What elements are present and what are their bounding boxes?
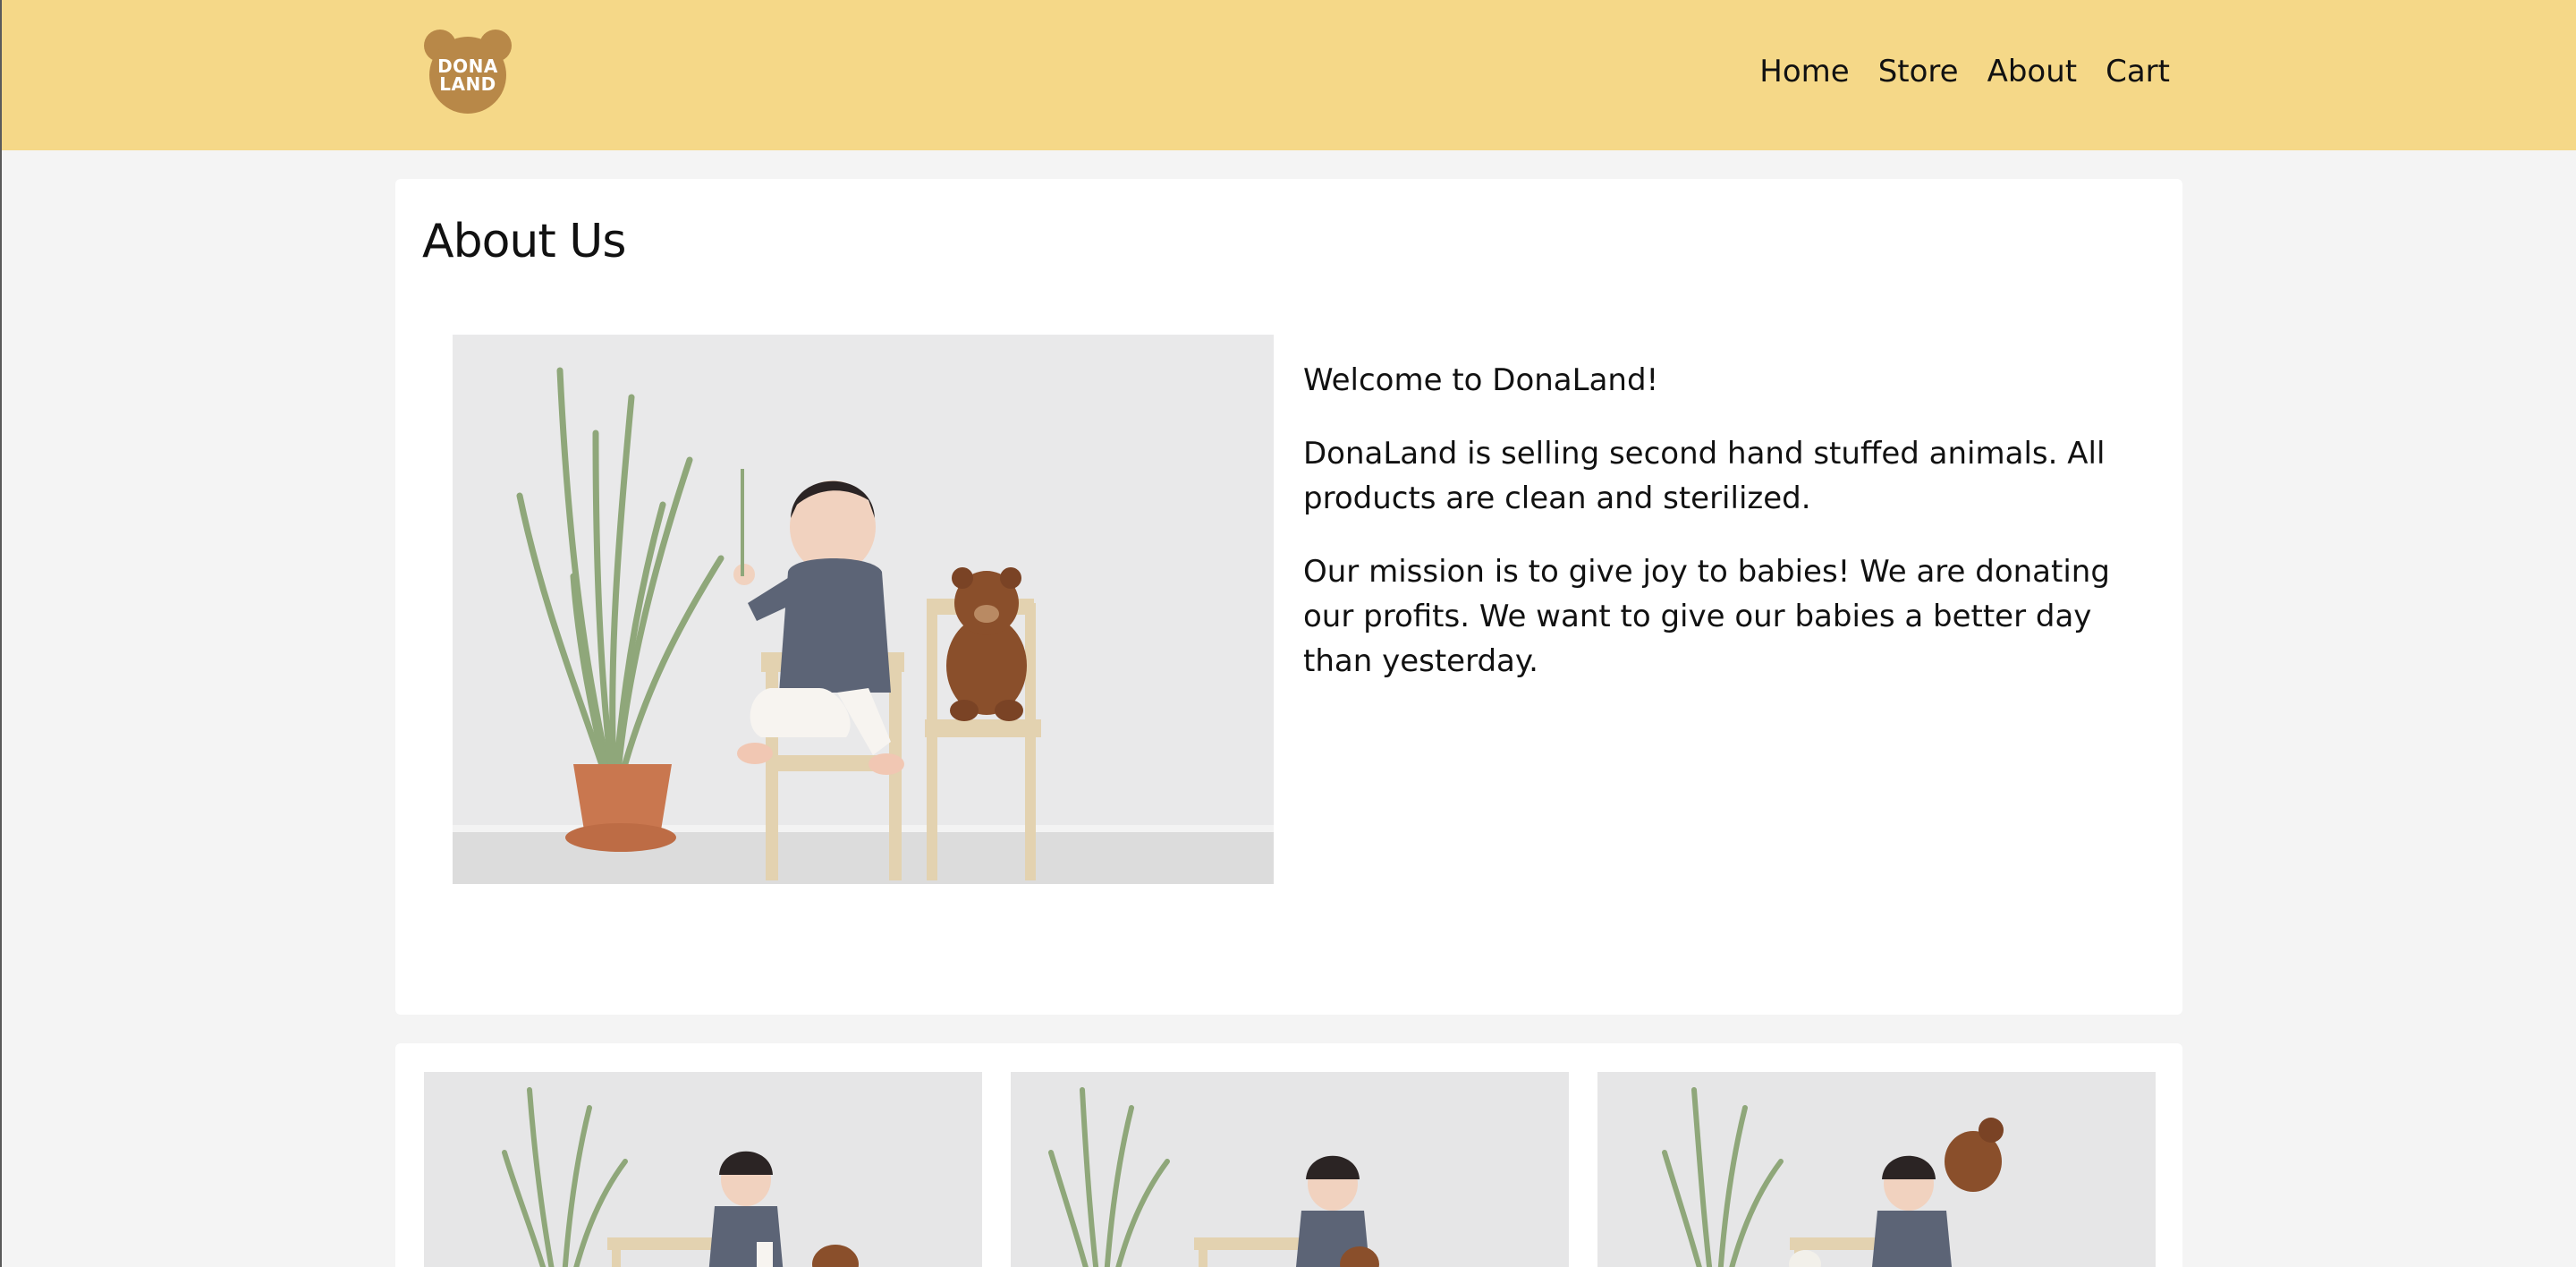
gallery-photo-2[interactable] <box>1011 1072 1569 1267</box>
about-paragraph-welcome: Welcome to DonaLand! <box>1303 362 1659 398</box>
donaland-logo[interactable]: DONA LAND <box>420 30 515 119</box>
nav-cart-link[interactable]: Cart <box>2106 54 2170 89</box>
gallery-photo-1[interactable] <box>424 1072 982 1267</box>
page-title: About Us <box>422 215 626 268</box>
about-text: Welcome to DonaLand! DonaLand is selling… <box>1303 358 2126 712</box>
site-header: DONA LAND Home Store About Cart <box>0 0 2576 150</box>
about-paragraph-products: DonaLand is selling second hand stuffed … <box>1303 436 2106 516</box>
nav-about-link[interactable]: About <box>1987 54 2078 89</box>
about-photo <box>453 335 1274 884</box>
nav-store-link[interactable]: Store <box>1878 54 1959 89</box>
logo-head: DONA LAND <box>429 37 506 114</box>
about-paragraph-mission: Our mission is to give joy to babies! We… <box>1303 554 2110 679</box>
gallery-card <box>395 1043 2182 1267</box>
about-card: About Us Welcome to DonaLand! DonaLand i… <box>395 179 2182 1015</box>
logo-text-line2: LAND <box>439 73 496 95</box>
nav-home-link[interactable]: Home <box>1759 54 1849 89</box>
logo-text-line1: DONA <box>437 55 498 77</box>
main-nav: Home Store About Cart <box>1759 54 2170 89</box>
gallery-photo-3[interactable] <box>1597 1072 2156 1267</box>
window-edge <box>0 0 2 1267</box>
